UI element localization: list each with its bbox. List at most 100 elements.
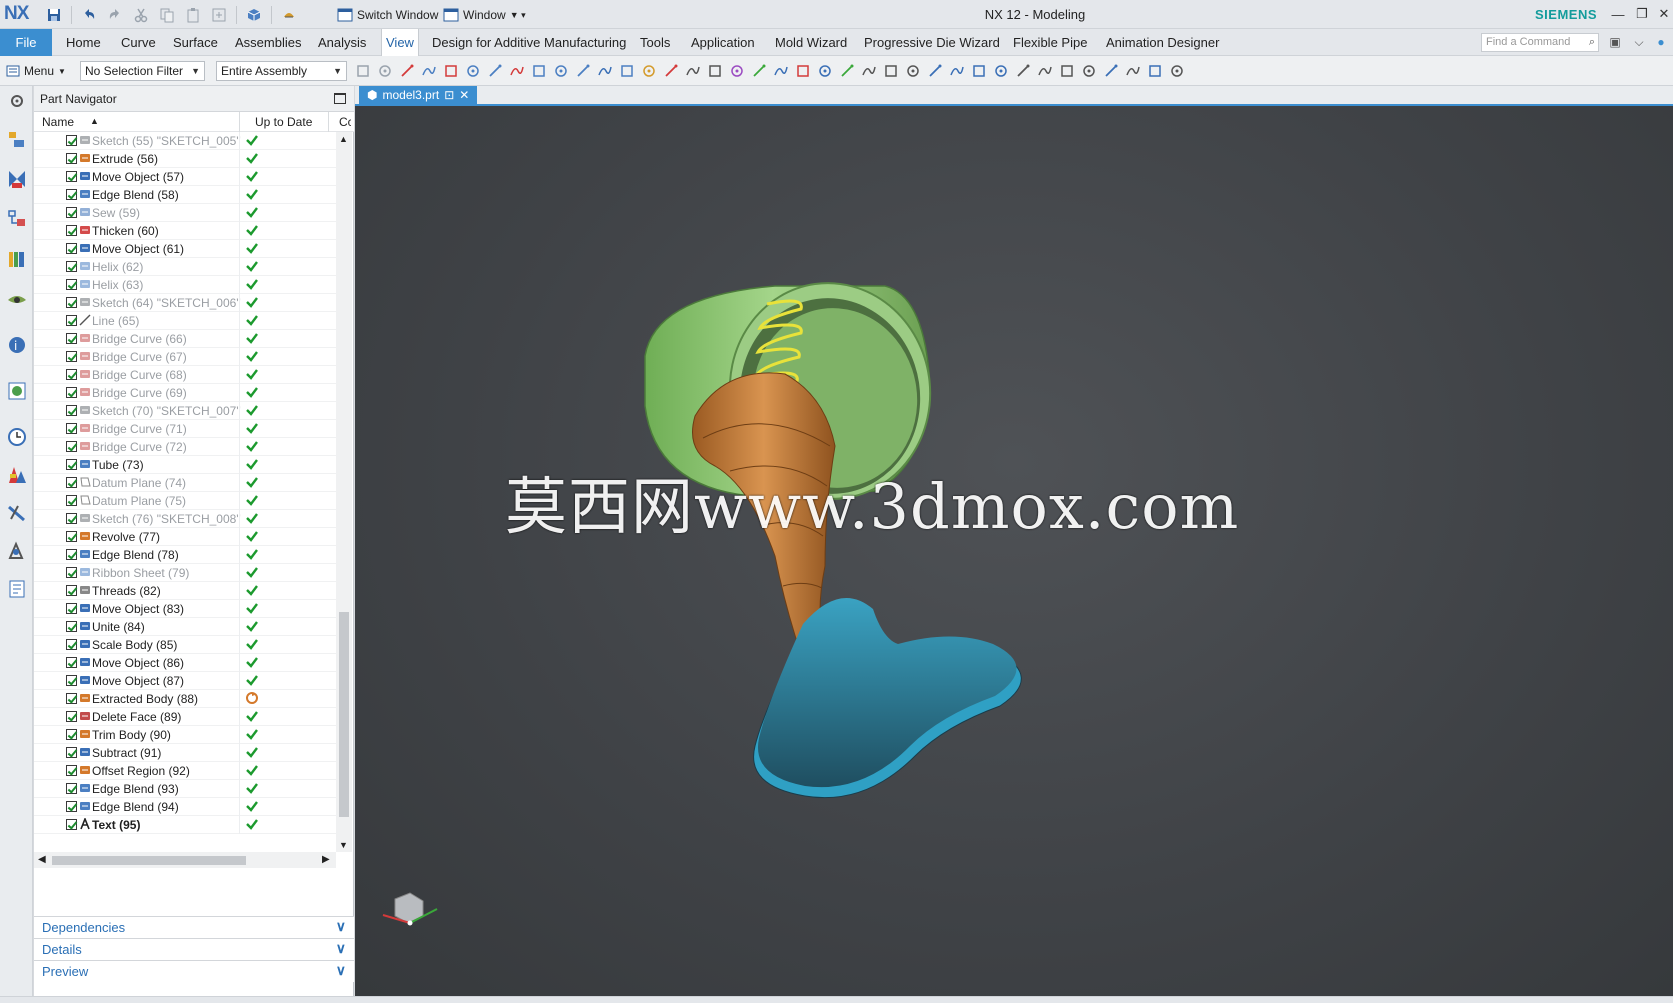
tree-row[interactable]: Tube (73) xyxy=(34,456,336,474)
tree-row[interactable]: Line (65) xyxy=(34,312,336,330)
tab-file[interactable]: File xyxy=(0,29,52,56)
center-icon[interactable] xyxy=(881,62,900,80)
visibility-checkbox[interactable] xyxy=(66,819,77,830)
tangent-icon[interactable] xyxy=(683,62,702,80)
tree-row[interactable]: Extrude (56) xyxy=(34,150,336,168)
tree-row[interactable]: Bridge Curve (71) xyxy=(34,420,336,438)
visibility-checkbox[interactable] xyxy=(66,135,77,146)
wireframe-icon[interactable] xyxy=(617,62,636,80)
visibility-checkbox[interactable] xyxy=(66,531,77,542)
visibility-checkbox[interactable] xyxy=(66,783,77,794)
tab-flexible-pipe[interactable]: Flexible Pipe xyxy=(1009,29,1091,56)
tree-row[interactable]: Edge Blend (58) xyxy=(34,186,336,204)
minimize-icon[interactable]: — xyxy=(1607,3,1629,25)
scroll-right-icon[interactable]: ▶ xyxy=(322,854,330,865)
snap-point-icon[interactable] xyxy=(397,62,416,80)
horizontal-scrollbar[interactable]: ◀ ▶ xyxy=(34,852,336,868)
tree-row[interactable]: Trim Body (90) xyxy=(34,726,336,744)
visibility-checkbox[interactable] xyxy=(66,477,77,488)
visibility-checkbox[interactable] xyxy=(66,279,77,290)
visibility-checkbox[interactable] xyxy=(66,729,77,740)
visibility-checkbox[interactable] xyxy=(66,369,77,380)
tree-row[interactable]: Bridge Curve (67) xyxy=(34,348,336,366)
visibility-checkbox[interactable] xyxy=(66,153,77,164)
tree-row[interactable]: Edge Blend (93) xyxy=(34,780,336,798)
visibility-checkbox[interactable] xyxy=(66,315,77,326)
visibility-checkbox[interactable] xyxy=(66,621,77,632)
tree-row[interactable]: Move Object (83) xyxy=(34,600,336,618)
tab-surface[interactable]: Surface xyxy=(169,29,222,56)
body-select-icon[interactable] xyxy=(463,62,482,80)
close-icon[interactable]: ✕ xyxy=(1653,3,1673,25)
tab-analysis[interactable]: Analysis xyxy=(314,29,370,56)
visibility-checkbox[interactable] xyxy=(66,801,77,812)
column-divider[interactable] xyxy=(328,112,329,132)
visibility-checkbox[interactable] xyxy=(66,675,77,686)
visibility-checkbox[interactable] xyxy=(66,747,77,758)
view-layout-icon[interactable] xyxy=(1101,62,1120,80)
repeat-command-icon[interactable] xyxy=(207,4,231,26)
point-on-face-icon[interactable] xyxy=(837,62,856,80)
tree-row[interactable]: Bridge Curve (72) xyxy=(34,438,336,456)
clipping-icon[interactable] xyxy=(639,62,658,80)
history-icon[interactable] xyxy=(4,378,30,404)
assembly-navigator-icon[interactable] xyxy=(4,126,30,152)
tab-home[interactable]: Home xyxy=(62,29,105,56)
tree-row[interactable]: Extracted Body (88) xyxy=(34,690,336,708)
vertical-scrollbar[interactable]: ▲ ▼ xyxy=(336,132,352,852)
restore-icon[interactable]: ❐ xyxy=(1631,3,1653,25)
panel-details[interactable]: Details ∨ xyxy=(34,938,354,960)
end-point-icon[interactable] xyxy=(749,62,768,80)
visibility-checkbox[interactable] xyxy=(66,225,77,236)
3d-model[interactable] xyxy=(355,106,1673,996)
visibility-checkbox[interactable] xyxy=(66,243,77,254)
render-style-icon[interactable] xyxy=(1079,62,1098,80)
maximize-panel-icon[interactable] xyxy=(334,93,346,104)
reuse-library-icon[interactable] xyxy=(4,246,30,272)
face-rule-icon[interactable] xyxy=(419,62,438,80)
redo-icon[interactable] xyxy=(103,4,127,26)
tree-row[interactable]: Text (95) xyxy=(34,816,336,834)
face-snap-icon[interactable] xyxy=(1013,62,1032,80)
visibility-checkbox[interactable] xyxy=(66,657,77,668)
visibility-checkbox[interactable] xyxy=(66,639,77,650)
visibility-checkbox[interactable] xyxy=(66,711,77,722)
component-select-icon[interactable] xyxy=(485,62,504,80)
tree-row[interactable]: Sketch (55) "SKETCH_005" xyxy=(34,132,336,150)
midpoint-icon[interactable] xyxy=(705,62,724,80)
tree-row[interactable]: Sew (59) xyxy=(34,204,336,222)
tab-view[interactable]: View xyxy=(381,29,419,56)
visibility-checkbox[interactable] xyxy=(66,549,77,560)
tree-row[interactable]: Ribbon Sheet (79) xyxy=(34,564,336,582)
web-browser-icon[interactable]: i xyxy=(4,332,30,358)
visibility-checkbox[interactable] xyxy=(66,261,77,272)
visibility-checkbox[interactable] xyxy=(66,585,77,596)
window-menu-button[interactable]: Window ▼ ▾ xyxy=(443,4,526,26)
visibility-checkbox[interactable] xyxy=(66,207,77,218)
help-icon[interactable]: ● xyxy=(1653,35,1669,51)
ribbon-options-icon[interactable]: ▣ xyxy=(1607,35,1623,51)
bounded-grid-icon[interactable] xyxy=(991,62,1010,80)
document-tab[interactable]: ⬢ model3.prt ⊡ ✕ xyxy=(359,86,478,104)
undo-icon[interactable] xyxy=(77,4,101,26)
cut-icon[interactable] xyxy=(129,4,153,26)
spline-point-icon[interactable] xyxy=(793,62,812,80)
select-feature-icon[interactable] xyxy=(353,62,372,80)
switch-window-button[interactable]: Switch Window xyxy=(337,4,438,26)
tree-row[interactable]: Datum Plane (74) xyxy=(34,474,336,492)
scroll-left-icon[interactable]: ◀ xyxy=(38,854,46,865)
paste-icon[interactable] xyxy=(181,4,205,26)
edit-section-icon[interactable] xyxy=(1145,62,1164,80)
tree-row[interactable]: Thicken (60) xyxy=(34,222,336,240)
tab-mold-wizard[interactable]: Mold Wizard xyxy=(771,29,851,56)
visibility-checkbox[interactable] xyxy=(66,567,77,578)
tree-row[interactable]: Move Object (86) xyxy=(34,654,336,672)
resource-bar-settings-icon[interactable] xyxy=(4,88,30,114)
visibility-checkbox[interactable] xyxy=(66,405,77,416)
tree-row[interactable]: Delete Face (89) xyxy=(34,708,336,726)
panel-dependencies[interactable]: Dependencies ∨ xyxy=(34,916,354,938)
tree-row[interactable]: Helix (63) xyxy=(34,276,336,294)
part-navigator-icon[interactable] xyxy=(4,206,30,232)
tab-animation-designer[interactable]: Animation Designer xyxy=(1102,29,1223,56)
visibility-checkbox[interactable] xyxy=(66,693,77,704)
